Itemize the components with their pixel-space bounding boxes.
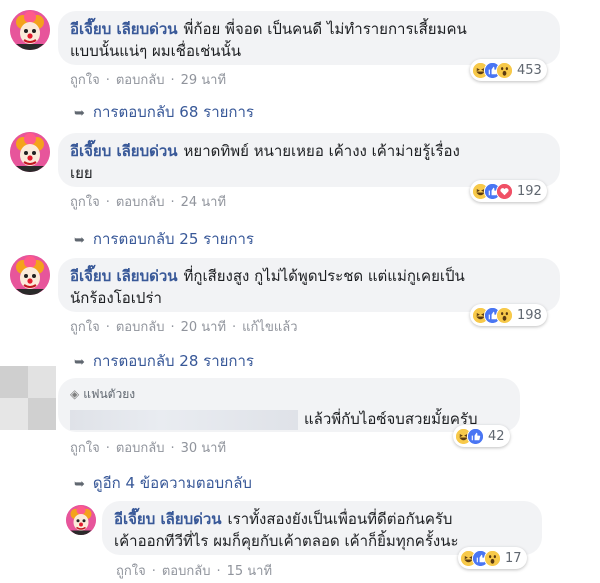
replies-label: การตอบกลับ 68 รายการ — [92, 103, 254, 121]
blurred-author-name[interactable] — [70, 409, 298, 430]
comment-author[interactable]: อีเจี๊ยบ เลียบด่วน — [70, 142, 178, 160]
reply-link[interactable]: ตอบกลับ — [116, 69, 165, 90]
edited-label[interactable]: แก้ไขแล้ว — [242, 316, 297, 337]
reply-arrow-icon: ➥ — [74, 106, 85, 121]
reply-arrow-icon: ➥ — [74, 233, 85, 248]
comment-actions: ถูกใจ · ตอบกลับ · 20 นาที · แก้ไขแล้ว — [70, 316, 298, 337]
reaction-summary[interactable]: 192 — [470, 180, 547, 202]
reply-link[interactable]: ตอบกลับ — [116, 437, 165, 458]
diamond-icon: ◈ — [70, 387, 80, 401]
replies-label: การตอบกลับ 28 รายการ — [92, 352, 254, 370]
replies-label: การตอบกลับ 25 รายการ — [92, 230, 254, 248]
view-replies-link[interactable]: ➥ การตอบกลับ 28 รายการ — [74, 349, 254, 373]
comment-text: นักร้องโอเปร่า — [70, 289, 162, 307]
comment-text: แล้วพี่กับไอซ์จบสวยมั้ยครับ — [304, 410, 478, 428]
clown-avatar-icon — [10, 132, 50, 172]
comment-author[interactable]: อีเจี๊ยบ เลียบด่วน — [70, 267, 178, 285]
view-more-replies-link[interactable]: ➥ ดูอีก 4 ข้อความตอบกลับ — [74, 471, 252, 495]
reply-link[interactable]: ตอบกลับ — [116, 316, 165, 337]
comment-time[interactable]: 20 นาที — [181, 316, 226, 337]
comment-text: เราทั้งสองยังเป็นเพื่อนที่ดีต่อกันครับ — [227, 510, 453, 528]
view-replies-link[interactable]: ➥ การตอบกลับ 68 รายการ — [74, 100, 254, 124]
like-link[interactable]: ถูกใจ — [70, 437, 100, 458]
comment-bubble: ◈ แฟนตัวยง แล้วพี่กับไอซ์จบสวยมั้ยครับ — [58, 378, 520, 432]
reaction-count: 192 — [517, 183, 542, 199]
comment-text: เค้าออกทีวีที่ไร ผมก็คุยกับเค้าตลอด เค้า… — [114, 532, 459, 550]
reaction-count: 198 — [517, 307, 542, 323]
comment-bubble: อีเจี๊ยบ เลียบด่วน หยาดทิพย์ หนายเหยอ เค้… — [58, 133, 560, 187]
fan-badge-label: แฟนตัวยง — [83, 387, 136, 401]
reaction-summary[interactable]: 198 — [470, 304, 547, 326]
comment-text: เยย — [70, 164, 93, 182]
avatar[interactable] — [10, 10, 50, 50]
avatar[interactable] — [66, 505, 96, 535]
comment-bubble: อีเจี๊ยบ เลียบด่วน พี่ก้อย พี่จอด เป็นคนด… — [58, 11, 560, 65]
love-icon — [496, 182, 513, 200]
like-link[interactable]: ถูกใจ — [116, 560, 146, 581]
comment-text: พี่ก้อย พี่จอด เป็นคนดี ไม่ทำรายการเสี้ย… — [183, 20, 467, 38]
comment-author[interactable]: อีเจี๊ยบ เลียบด่วน — [70, 20, 178, 38]
like-link[interactable]: ถูกใจ — [70, 69, 100, 90]
clown-avatar-icon — [66, 505, 96, 535]
wow-icon — [496, 306, 513, 324]
reply-arrow-icon: ➥ — [74, 355, 85, 370]
comment-text: แบบนั้นแน่ๆ ผมเชื่อเช่นนั้น — [70, 42, 242, 60]
comment-time[interactable]: 29 นาที — [181, 69, 226, 90]
comment-author[interactable]: อีเจี๊ยบ เลียบด่วน — [114, 510, 222, 528]
clown-avatar-icon — [10, 10, 50, 50]
wow-icon — [496, 61, 513, 79]
reply-arrow-icon: ➥ — [74, 477, 85, 492]
reply-link[interactable]: ตอบกลับ — [162, 560, 211, 581]
comment-text: หยาดทิพย์ หนายเหยอ เค้างง เค้าม่ายรู้เรื… — [183, 142, 460, 160]
comment-actions: ถูกใจ · ตอบกลับ · 30 นาที — [70, 437, 226, 458]
like-icon — [467, 427, 484, 445]
reply-link[interactable]: ตอบกลับ — [116, 191, 165, 212]
reaction-count: 453 — [517, 62, 542, 78]
like-link[interactable]: ถูกใจ — [70, 316, 100, 337]
reaction-summary[interactable]: 42 — [453, 425, 510, 447]
comment-time[interactable]: 15 นาที — [227, 560, 272, 581]
reaction-summary[interactable]: 17 — [458, 547, 527, 569]
blurred-avatar[interactable] — [0, 366, 56, 430]
comment-actions: ถูกใจ · ตอบกลับ · 15 นาที — [116, 560, 272, 581]
replies-label: ดูอีก 4 ข้อความตอบกลับ — [92, 474, 252, 492]
reaction-summary[interactable]: 453 — [470, 59, 547, 81]
wow-icon — [484, 549, 501, 567]
like-link[interactable]: ถูกใจ — [70, 191, 100, 212]
clown-avatar-icon — [10, 255, 50, 295]
view-replies-link[interactable]: ➥ การตอบกลับ 25 รายการ — [74, 227, 254, 251]
reaction-count: 42 — [488, 428, 505, 444]
comment-actions: ถูกใจ · ตอบกลับ · 24 นาที — [70, 191, 226, 212]
reaction-count: 17 — [505, 550, 522, 566]
comment-time[interactable]: 24 นาที — [181, 191, 226, 212]
comment-actions: ถูกใจ · ตอบกลับ · 29 นาที — [70, 69, 226, 90]
top-fan-badge[interactable]: ◈ แฟนตัวยง — [70, 383, 508, 405]
comment-text: ที่กูเสียงสูง กูไม่ได้พูดประชด แต่แม่กูเ… — [183, 267, 465, 285]
comment-time[interactable]: 30 นาที — [181, 437, 226, 458]
avatar[interactable] — [10, 255, 50, 295]
avatar[interactable] — [10, 132, 50, 172]
